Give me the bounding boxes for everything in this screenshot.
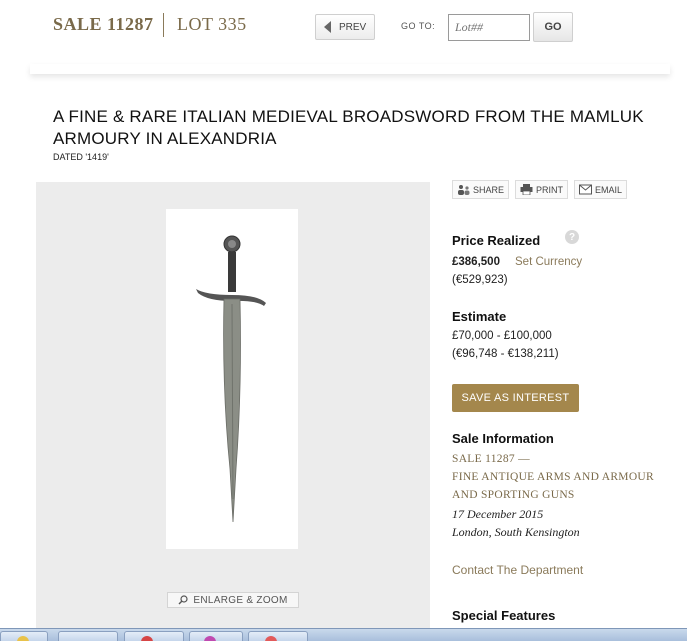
lot-number-input[interactable] [448, 14, 530, 41]
share-people-icon [458, 185, 470, 195]
sale-name-line-2[interactable]: AND SPORTING GUNS [452, 489, 575, 501]
sale-location: London, South Kensington [452, 525, 580, 539]
lot-title: A FINE & RARE ITALIAN MEDIEVAL BROADSWOR… [53, 107, 644, 148]
help-icon[interactable]: ? [565, 230, 579, 244]
go-button[interactable]: GO [533, 12, 573, 42]
lot-image[interactable] [166, 209, 298, 549]
share-toolbar: SHARE PRINT EMAIL [452, 180, 628, 199]
sale-navigation-bar: SALE 11287 LOT 335 PREV GO TO: GO [0, 0, 687, 66]
special-features-heading: Special Features [452, 608, 556, 623]
email-button[interactable]: EMAIL [574, 180, 628, 199]
taskbar-button-1[interactable] [58, 631, 118, 641]
save-as-interest-button[interactable]: SAVE AS INTEREST [452, 384, 579, 412]
contact-department-link[interactable]: Contact The Department [452, 563, 583, 577]
enlarge-zoom-label: ENLARGE & ZOOM [193, 594, 288, 606]
sale-number: SALE 11287 [53, 14, 154, 34]
estimate-heading: Estimate [452, 309, 507, 324]
goto-label: GO TO: [401, 21, 436, 31]
prev-button-label: PREV [339, 21, 367, 33]
folder-icon [17, 636, 29, 641]
browser-icon [265, 636, 277, 641]
print-button[interactable]: PRINT [515, 180, 569, 199]
print-label: PRINT [536, 184, 564, 195]
email-label: EMAIL [595, 184, 623, 195]
header-divider [163, 13, 164, 37]
taskbar-button-2[interactable] [124, 631, 184, 641]
sword-image [196, 235, 266, 523]
header-shadow [30, 64, 670, 74]
estimate-range: £70,000 - £100,000 [452, 330, 552, 342]
os-taskbar [0, 628, 687, 641]
sale-name-line-1[interactable]: FINE ANTIQUE ARMS AND ARMOUR [452, 471, 654, 483]
share-button[interactable]: SHARE [452, 180, 510, 199]
sale-number-line[interactable]: SALE 11287 — [452, 453, 530, 465]
app-icon [141, 636, 153, 641]
lot-image-panel: ENLARGE & ZOOM [36, 182, 430, 641]
estimate-converted: (€96,748 - €138,211) [452, 348, 559, 360]
lot-number: LOT 335 [177, 14, 247, 34]
share-label: SHARE [473, 184, 505, 195]
enlarge-zoom-button[interactable]: ENLARGE & ZOOM [167, 592, 299, 608]
left-arrow-icon [324, 21, 331, 33]
browser-icon [204, 636, 216, 641]
set-currency-link[interactable]: Set Currency [515, 256, 582, 268]
taskbar-button-start[interactable] [0, 631, 48, 641]
taskbar-button-3[interactable] [189, 631, 243, 641]
lot-dated: DATED '1419' [53, 152, 109, 162]
magnifier-icon [178, 595, 188, 605]
price-realized-amount: £386,500 [452, 256, 500, 268]
price-realized-converted: (€529,923) [452, 274, 508, 286]
prev-button[interactable]: PREV [315, 14, 375, 40]
price-realized-heading: Price Realized [452, 233, 541, 248]
sale-date: 17 December 2015 [452, 507, 544, 521]
sale-information-heading: Sale Information [452, 431, 554, 446]
taskbar-button-4[interactable] [248, 631, 308, 641]
envelope-icon [579, 184, 593, 195]
printer-icon [520, 184, 533, 195]
